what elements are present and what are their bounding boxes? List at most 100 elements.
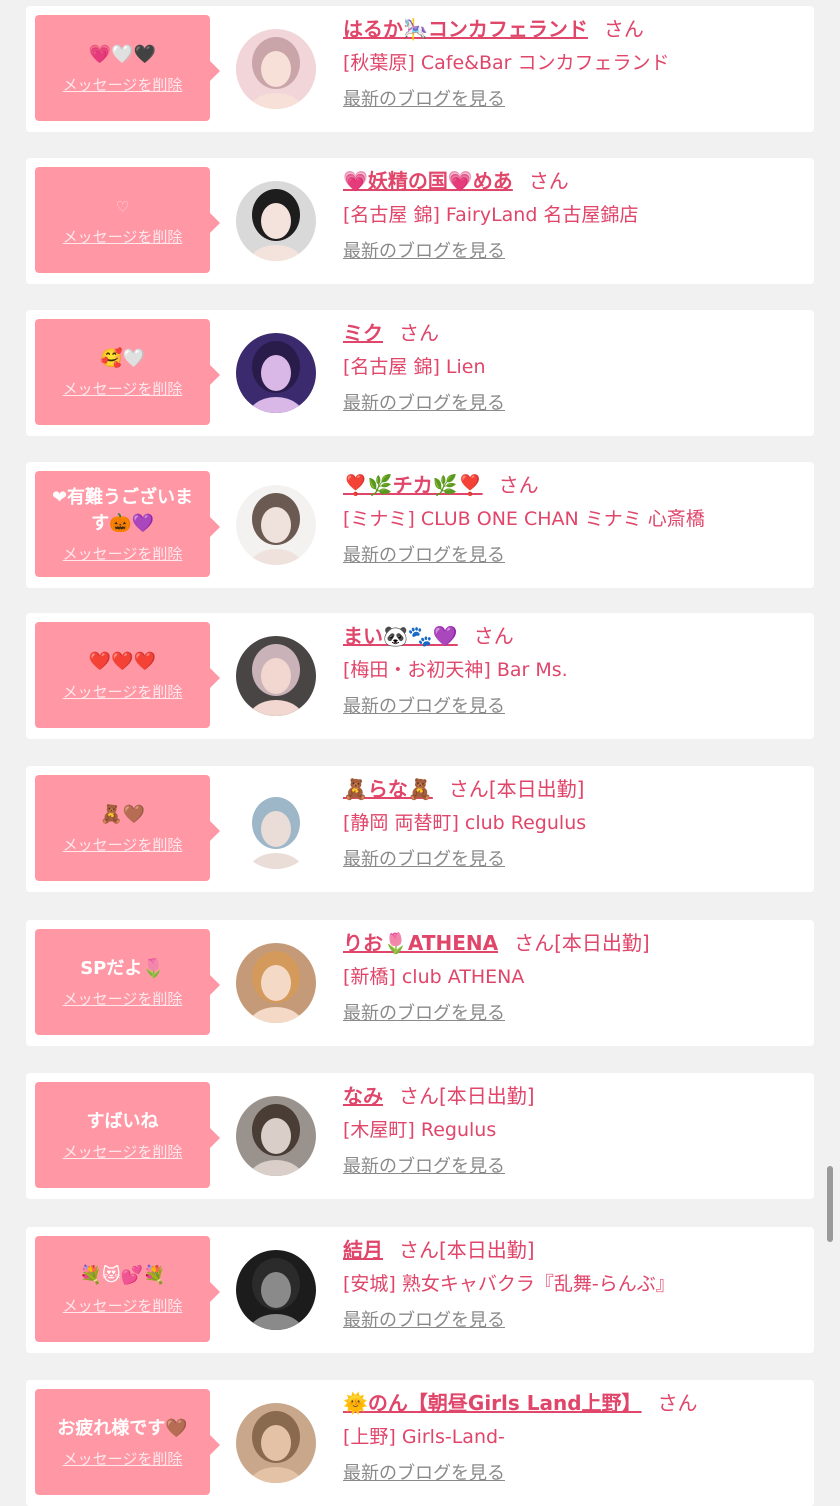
cast-name-link[interactable]: 🧸らな🧸	[343, 777, 433, 801]
delete-message-link[interactable]: メッセージを削除	[63, 1295, 183, 1316]
avatar[interactable]	[236, 29, 316, 109]
cast-name-link[interactable]: 🌞のん【朝昼Girls Land上野】	[343, 1391, 642, 1415]
list-item: すばいね メッセージを削除 なみ さん[本日出勤] [木屋町] Regulus 最新のブロ…	[26, 1073, 814, 1199]
avatar-image	[236, 181, 316, 261]
delete-message-link[interactable]: メッセージを削除	[63, 378, 183, 399]
name-line: まい🐼🐾💜 さん	[343, 621, 803, 651]
delete-message-link[interactable]: メッセージを削除	[63, 988, 183, 1009]
shift-status: [本日出勤]	[439, 1084, 535, 1108]
latest-blog-link[interactable]: 最新のブログを見る	[343, 543, 505, 569]
latest-blog-link[interactable]: 最新のブログを見る	[343, 1154, 505, 1180]
avatar-image	[236, 636, 316, 716]
name-line: 💗妖精の国💗めあ さん	[343, 166, 803, 196]
honorific: さん	[603, 17, 644, 41]
avatar[interactable]	[236, 1250, 316, 1330]
message-bubble: SPだよ🌷 メッセージを削除	[35, 929, 220, 1035]
avatar-image	[236, 485, 316, 565]
avatar[interactable]	[236, 1096, 316, 1176]
list-item: 💗🤍🖤 メッセージを削除 はるか🎠コンカフェランド さん [秋葉原] Cafe&Bar …	[26, 6, 814, 132]
shift-status: [本日出勤]	[488, 777, 585, 801]
delete-message-link[interactable]: メッセージを削除	[63, 543, 183, 564]
message-text: SPだよ🌷	[80, 957, 165, 979]
honorific: さん	[399, 1238, 439, 1262]
delete-message-link[interactable]: メッセージを削除	[63, 226, 183, 247]
shop-name: [安城] 熟女キャバクラ『乱舞-らんぶ』	[343, 1273, 675, 1295]
name-line: ❣️🌿チカ🌿❣️ さん	[343, 470, 803, 500]
delete-message-link[interactable]: メッセージを削除	[63, 1141, 183, 1162]
avatar[interactable]	[236, 789, 316, 869]
cast-name-link[interactable]: はるか🎠コンカフェランド	[343, 17, 588, 41]
list-item: 🥰🤍 メッセージを削除 ミク さん [名古屋 錦] Lien 最新のブログを見る	[26, 310, 814, 436]
honorific: さん	[399, 321, 439, 345]
message-bubble: お疲れ様です🤎 メッセージを削除	[35, 1389, 220, 1495]
message-text: 🧸🤎	[100, 803, 145, 825]
honorific: さん	[498, 473, 539, 497]
scrollbar[interactable]	[827, 1166, 833, 1242]
list-item: 💐😻💕💐 メッセージを削除 結月 さん[本日出勤] [安城] 熟女キャバクラ『乱舞-らん…	[26, 1227, 814, 1353]
list-item: ❤️❤️❤️ メッセージを削除 まい🐼🐾💜 さん [梅田・お初天神] Bar Ms. 最新…	[26, 613, 814, 739]
message-text: ❤️❤️❤️	[88, 650, 157, 672]
message-bubble: 💗🤍🖤 メッセージを削除	[35, 15, 220, 121]
list-item: 🧸🤎 メッセージを削除 🧸らな🧸 さん[本日出勤] [静岡 両替町] club Regu…	[26, 766, 814, 892]
avatar[interactable]	[236, 1403, 316, 1483]
cast-info: 🌞のん【朝昼Girls Land上野】 さん [上野] Girls-Land- 最新の…	[343, 1388, 803, 1487]
latest-blog-link[interactable]: 最新のブログを見る	[343, 1461, 505, 1487]
message-bubble: ❤有難うございます🎃💜 メッセージを削除	[35, 471, 220, 577]
delete-message-link[interactable]: メッセージを削除	[63, 681, 183, 702]
list-item: ♡ メッセージを削除 💗妖精の国💗めあ さん [名古屋 錦] FairyLand 名古屋…	[26, 158, 814, 284]
latest-blog-link[interactable]: 最新のブログを見る	[343, 87, 505, 113]
avatar-image	[236, 943, 316, 1023]
cast-info: ミク さん [名古屋 錦] Lien 最新のブログを見る	[343, 318, 803, 417]
latest-blog-link[interactable]: 最新のブログを見る	[343, 1001, 505, 1027]
cast-name-link[interactable]: ❣️🌿チカ🌿❣️	[343, 473, 483, 497]
avatar-image	[236, 1096, 316, 1176]
avatar[interactable]	[236, 333, 316, 413]
name-line: なみ さん[本日出勤]	[343, 1081, 803, 1111]
name-line: ミク さん	[343, 318, 803, 348]
avatar[interactable]	[236, 485, 316, 565]
message-bubble: すばいねメッセージを削除	[35, 1082, 220, 1188]
shop-name: [静岡 両替町] club Regulus	[343, 812, 587, 834]
cast-info: はるか🎠コンカフェランド さん [秋葉原] Cafe&Bar コンカフェランド最新の…	[343, 14, 803, 113]
honorific: さん	[448, 777, 489, 801]
cast-name-link[interactable]: まい🐼🐾💜	[343, 624, 458, 648]
delete-message-link[interactable]: メッセージを削除	[63, 1448, 183, 1469]
avatar-image	[236, 1250, 316, 1330]
latest-blog-link[interactable]: 最新のブログを見る	[343, 391, 505, 417]
shop-name: [名古屋 錦] Lien	[343, 356, 486, 378]
message-text: ♡	[115, 197, 130, 216]
list-item: ❤有難うございます🎃💜 メッセージを削除 ❣️🌿チカ🌿❣️ さん [ミナミ] CLUB …	[26, 462, 814, 588]
honorific: さん	[473, 624, 514, 648]
cast-name-link[interactable]: 結月	[343, 1238, 383, 1262]
avatar-image	[236, 1403, 316, 1483]
avatar[interactable]	[236, 943, 316, 1023]
message-text: 💗🤍🖤	[88, 43, 157, 65]
name-line: はるか🎠コンカフェランド さん	[343, 14, 803, 44]
list-item: お疲れ様です🤎 メッセージを削除 🌞のん【朝昼Girls Land上野】 さん [上野]…	[26, 1380, 814, 1506]
cast-name-link[interactable]: 💗妖精の国💗めあ	[343, 169, 513, 193]
cast-name-link[interactable]: りお🌷ATHENA	[343, 931, 498, 955]
shop-name: [名古屋 錦] FairyLand 名古屋錦店	[343, 204, 639, 226]
message-bubble: ♡ メッセージを削除	[35, 167, 220, 273]
latest-blog-link[interactable]: 最新のブログを見る	[343, 239, 505, 265]
cast-info: ❣️🌿チカ🌿❣️ さん [ミナミ] CLUB ONE CHAN ミナミ 心斎橋 最新の…	[343, 470, 803, 569]
avatar[interactable]	[236, 636, 316, 716]
cast-info: 💗妖精の国💗めあ さん [名古屋 錦] FairyLand 名古屋錦店最新のブログを…	[343, 166, 803, 265]
cast-info: 結月 さん[本日出勤] [安城] 熟女キャバクラ『乱舞-らんぶ』 最新のブログを見る	[343, 1235, 803, 1334]
avatar-image	[236, 789, 316, 869]
list-item: SPだよ🌷 メッセージを削除 りお🌷ATHENA さん[本日出勤] [新橋] club …	[26, 920, 814, 1046]
avatar[interactable]	[236, 181, 316, 261]
honorific: さん	[399, 1084, 439, 1108]
shop-name: [秋葉原] Cafe&Bar コンカフェランド	[343, 52, 670, 74]
honorific: さん	[514, 931, 555, 955]
delete-message-link[interactable]: メッセージを削除	[63, 74, 183, 95]
cast-name-link[interactable]: ミク	[343, 321, 383, 345]
message-bubble: 💐😻💕💐 メッセージを削除	[35, 1236, 220, 1342]
delete-message-link[interactable]: メッセージを削除	[63, 834, 183, 855]
cast-name-link[interactable]: なみ	[343, 1084, 383, 1108]
latest-blog-link[interactable]: 最新のブログを見る	[343, 847, 505, 873]
message-text: ❤有難うございます🎃💜	[51, 486, 194, 534]
latest-blog-link[interactable]: 最新のブログを見る	[343, 694, 505, 720]
latest-blog-link[interactable]: 最新のブログを見る	[343, 1308, 505, 1334]
message-text: すばいね	[86, 1110, 159, 1132]
